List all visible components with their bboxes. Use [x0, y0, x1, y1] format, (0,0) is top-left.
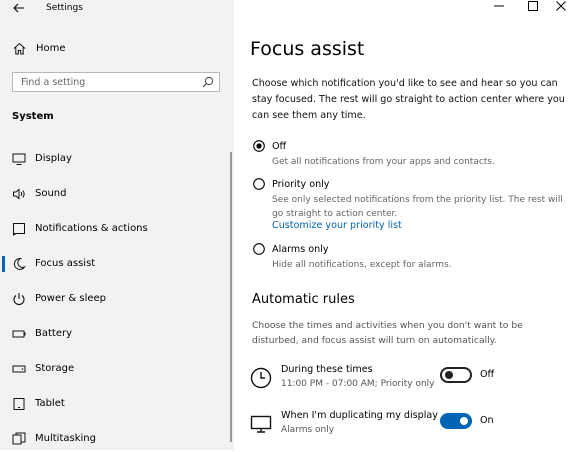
sidebar-item-label: Sound	[35, 188, 67, 199]
option-label: Alarms only	[272, 244, 329, 255]
sidebar-item-tablet[interactable]: Tablet	[0, 391, 230, 417]
close-icon	[556, 1, 566, 11]
option-off[interactable]: Off Get all notifications from your apps…	[252, 139, 570, 169]
section-title: System	[12, 111, 54, 122]
radio-button-selected[interactable]	[253, 140, 265, 152]
rule-during-these-times[interactable]: During these times 11:00 PM - 07:00 AM; …	[250, 363, 570, 393]
sidebar-item-notifications[interactable]: Notifications & actions	[0, 216, 230, 242]
page-description: Choose which notification you'd like to …	[252, 78, 565, 121]
sidebar-scrollbar[interactable]	[230, 152, 232, 442]
automatic-rules-title: Automatic rules	[252, 292, 355, 307]
titlebar: Settings	[0, 0, 234, 18]
toggle-knob	[460, 417, 468, 425]
option-description: Hide all notifications, except for alarm…	[272, 260, 452, 270]
search-input[interactable]	[21, 75, 191, 89]
option-priority-only[interactable]: Priority only See only selected notifica…	[252, 177, 570, 233]
radio-button[interactable]	[253, 243, 265, 255]
notification-icon	[13, 223, 25, 236]
sidebar-item-label: Notifications & actions	[35, 223, 148, 234]
multitasking-icon	[12, 432, 26, 445]
battery-icon	[12, 330, 26, 338]
sidebar-item-label: Power & sleep	[35, 293, 107, 304]
monitor-icon	[12, 153, 26, 165]
rule-subtitle: 11:00 PM - 07:00 AM; Priority only	[281, 379, 435, 389]
close-button[interactable]	[546, 0, 575, 16]
toggle-state-label: Off	[480, 369, 495, 380]
display-icon	[250, 415, 272, 433]
sidebar-item-label: Storage	[35, 363, 75, 374]
sidebar-item-power-sleep[interactable]: Power & sleep	[0, 286, 230, 312]
sidebar-item-multitasking[interactable]: Multitasking	[0, 426, 230, 452]
toggle-state-label: On	[480, 415, 494, 426]
clock-icon	[250, 367, 272, 389]
speaker-icon	[13, 188, 25, 200]
maximize-button[interactable]	[518, 0, 548, 16]
maximize-icon	[528, 1, 538, 11]
sidebar-item-storage[interactable]: Storage	[0, 356, 230, 382]
option-label: Priority only	[272, 179, 330, 190]
toggle-switch[interactable]	[440, 413, 472, 429]
sidebar-item-label: Display	[35, 153, 72, 164]
option-description: Get all notifications from your apps and…	[272, 157, 495, 167]
home-icon	[13, 42, 26, 55]
minimize-icon	[494, 5, 504, 7]
back-button[interactable]	[11, 1, 27, 15]
sidebar: Settings Home System Display Sound	[0, 0, 234, 450]
option-label: Off	[272, 141, 287, 152]
sidebar-item-label: Battery	[35, 328, 73, 339]
automatic-rules-description: Choose the times and activities when you…	[252, 320, 523, 346]
app-title: Settings	[46, 3, 83, 13]
sidebar-item-label: Tablet	[35, 398, 65, 409]
power-icon	[13, 293, 25, 306]
back-arrow-icon	[13, 3, 24, 13]
customize-priority-list-link[interactable]: Customize your priority list	[272, 219, 402, 232]
option-alarms-only[interactable]: Alarms only Hide all notifications, exce…	[252, 242, 570, 272]
storage-icon	[12, 365, 26, 373]
page-title: Focus assist	[250, 38, 365, 60]
rule-subtitle: Alarms only	[281, 425, 335, 435]
sidebar-item-display[interactable]: Display	[0, 146, 230, 172]
sidebar-item-focus-assist[interactable]: Focus assist	[0, 251, 230, 277]
sidebar-item-sound[interactable]: Sound	[0, 181, 230, 207]
minimize-button[interactable]	[484, 0, 514, 16]
sidebar-item-label: Focus assist	[35, 258, 96, 269]
rule-title: During these times	[281, 364, 373, 375]
home-label: Home	[36, 43, 66, 54]
search-box[interactable]	[12, 72, 220, 92]
sidebar-item-battery[interactable]: Battery	[0, 321, 230, 347]
tablet-icon	[13, 398, 25, 410]
home-link[interactable]: Home	[0, 38, 234, 60]
search-icon[interactable]	[202, 76, 214, 88]
option-description: See only selected notifications from the…	[272, 195, 563, 219]
selection-indicator	[2, 256, 5, 272]
toggle-knob	[445, 371, 453, 379]
radio-button[interactable]	[253, 178, 265, 190]
sidebar-item-label: Multitasking	[35, 433, 96, 444]
toggle-switch[interactable]	[440, 367, 472, 383]
rule-title: When I'm duplicating my display	[281, 410, 438, 421]
moon-icon	[13, 257, 26, 270]
rule-duplicating-display[interactable]: When I'm duplicating my display Alarms o…	[250, 409, 570, 439]
